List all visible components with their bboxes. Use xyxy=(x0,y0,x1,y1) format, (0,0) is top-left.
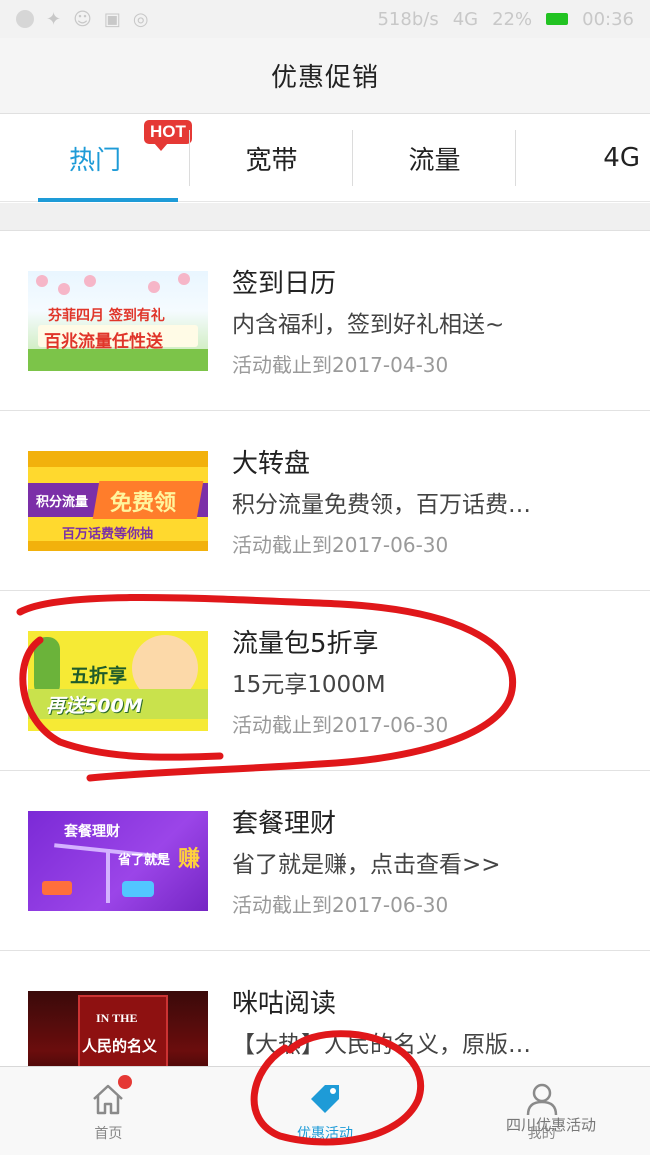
tab-hot[interactable]: 热门 HOT xyxy=(0,114,192,202)
banner-text: 人民的名义 xyxy=(82,1037,158,1055)
package-finance-banner: 套餐理财 省了就是 赚 xyxy=(28,811,208,911)
promotion-title: 大转盘 xyxy=(232,449,311,479)
smile-icon: ☺ xyxy=(73,8,92,30)
banner-text: 百万话费等你抽 xyxy=(62,527,154,542)
promotion-item-checkin[interactable]: 芬菲四月 签到有礼 百兆流量任性送 签到日历 内含福利，签到好礼相送~ 活动截止… xyxy=(0,231,650,411)
promotion-description: 【大热】人民的名义，原版… xyxy=(232,1032,531,1058)
promotion-item-data-package[interactable]: 五折享 再送500M 流量包5折享 15元享1000M 活动截止到2017-06… xyxy=(0,591,650,771)
banner-text: 套餐理财 xyxy=(64,824,120,840)
blossom-icon xyxy=(178,273,190,285)
banner-text: 赚 xyxy=(178,847,201,872)
banner-text: 再送500M xyxy=(46,695,143,717)
tab-data-label: 流量 xyxy=(408,145,461,176)
wheel-banner: 积分流量 免费领 百万话费等你抽 xyxy=(28,451,208,551)
leaf-icon xyxy=(34,637,60,697)
banner-stripe xyxy=(28,541,208,551)
promotion-deadline: 活动截止到2017-06-30 xyxy=(232,533,449,557)
status-icons-right: 518b/s 4G 22% 00:36 xyxy=(377,9,634,30)
net-speed: 518b/s xyxy=(377,8,439,30)
banner-text: 省了就是 xyxy=(118,853,171,868)
signal-label: 4G xyxy=(452,8,479,30)
user-icon xyxy=(522,1079,562,1119)
scale-pole xyxy=(106,849,110,903)
promotion-description: 积分流量免费领，百万话费… xyxy=(232,492,531,518)
data-package-banner: 五折享 再送500M xyxy=(28,631,208,731)
app-icon: ✦ xyxy=(46,8,62,30)
promotion-deadline: 活动截止到2017-06-30 xyxy=(232,893,449,917)
banner-text: 芬菲四月 签到有礼 xyxy=(48,308,165,324)
promotion-item-package-finance[interactable]: 套餐理财 省了就是 赚 套餐理财 省了就是赚，点击查看>> 活动截止到2017-… xyxy=(0,771,650,951)
battery-icon xyxy=(546,13,569,25)
active-tab-indicator xyxy=(38,198,178,202)
notification-icon xyxy=(16,10,34,28)
watermark: 四川优惠活动 xyxy=(506,1116,597,1134)
bottom-navigation: 首页 优惠活动 我的 xyxy=(0,1066,650,1155)
promotion-description: 内含福利，签到好礼相送~ xyxy=(232,312,505,338)
nav-promotions-label: 优惠活动 xyxy=(297,1126,353,1142)
promotion-title: 流量包5折享 xyxy=(232,629,379,659)
category-tabs: 热门 HOT 宽带 流量 4G xyxy=(0,114,650,202)
tag-icon xyxy=(305,1079,345,1119)
money-icon xyxy=(42,881,72,895)
image-icon: ▣ xyxy=(103,8,121,30)
banner-text: 免费领 xyxy=(110,491,177,516)
promotion-deadline: 活动截止到2017-04-30 xyxy=(232,353,449,377)
promotion-item-wheel[interactable]: 积分流量 免费领 百万话费等你抽 大转盘 积分流量免费领，百万话费… 活动截止到… xyxy=(0,411,650,591)
banner-text: 积分流量 xyxy=(36,495,89,510)
clock: 00:36 xyxy=(582,8,634,30)
checkin-banner: 芬菲四月 签到有礼 百兆流量任性送 xyxy=(28,271,208,371)
tab-hot-label: 热门 xyxy=(68,145,121,176)
promotion-title: 套餐理财 xyxy=(232,809,337,839)
tab-broadband-label: 宽带 xyxy=(245,145,298,176)
hot-badge: HOT xyxy=(144,120,192,151)
nav-home[interactable]: 首页 xyxy=(0,1067,217,1155)
blossom-icon xyxy=(84,275,96,287)
banner-grass xyxy=(28,349,208,371)
blossom-icon xyxy=(58,283,70,295)
promotion-deadline: 活动截止到2017-06-30 xyxy=(232,713,449,737)
notification-dot xyxy=(118,1075,133,1089)
promotion-title: 签到日历 xyxy=(232,269,337,299)
promotion-description: 省了就是赚，点击查看>> xyxy=(232,852,501,878)
banner-text: IN THE xyxy=(96,1011,138,1025)
nav-mine[interactable]: 我的 xyxy=(433,1067,650,1155)
status-bar: ✦ ☺ ▣ ◎ 518b/s 4G 22% 00:36 xyxy=(0,0,650,38)
promotion-list: 芬菲四月 签到有礼 百兆流量任性送 签到日历 内含福利，签到好礼相送~ 活动截止… xyxy=(0,231,650,1131)
sync-icon: ◎ xyxy=(132,8,149,30)
home-icon xyxy=(88,1075,133,1119)
tab-data[interactable]: 流量 xyxy=(353,114,516,202)
tab-4g[interactable]: 4G xyxy=(516,114,650,202)
nav-home-label: 首页 xyxy=(94,1126,123,1142)
status-icons-left: ✦ ☺ ▣ ◎ xyxy=(16,9,149,30)
promotion-title: 咪咕阅读 xyxy=(232,989,337,1019)
title-bar: 优惠促销 xyxy=(0,38,650,114)
banner-text: 五折享 xyxy=(70,665,128,687)
blossom-icon xyxy=(36,275,48,287)
tab-broadband[interactable]: 宽带 xyxy=(190,114,353,202)
coin-icon xyxy=(122,881,154,897)
page-title: 优惠促销 xyxy=(270,63,379,93)
battery-percent: 22% xyxy=(492,8,533,30)
section-spacer xyxy=(0,203,650,231)
banner-stripe xyxy=(28,451,208,467)
nav-promotions[interactable]: 优惠活动 xyxy=(217,1067,434,1155)
tab-4g-label: 4G xyxy=(603,143,640,173)
blossom-icon xyxy=(148,281,160,293)
promotion-description: 15元享1000M xyxy=(232,672,386,698)
